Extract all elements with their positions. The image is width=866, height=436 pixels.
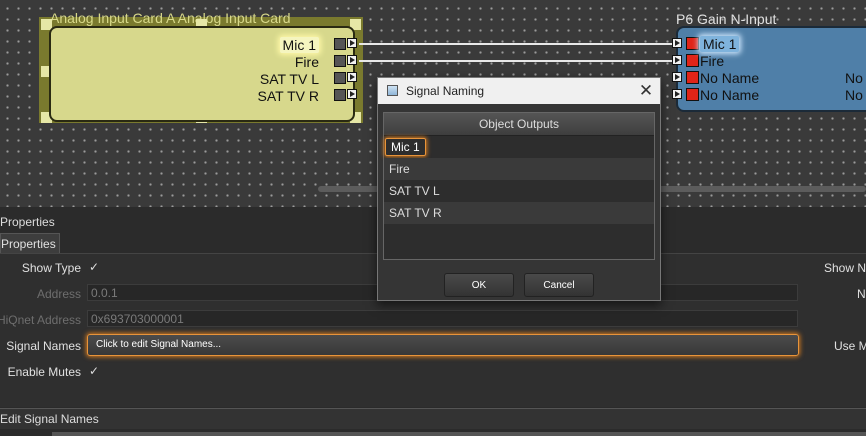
output-port[interactable]: [334, 38, 346, 50]
tab-properties[interactable]: Properties: [0, 233, 60, 254]
card-b-input-label: Mic 1: [700, 36, 740, 52]
card-a-output-label: SAT TV L: [259, 71, 319, 87]
output-port-arrow[interactable]: [347, 89, 357, 99]
output-port-arrow[interactable]: [347, 72, 357, 82]
card-b-input-label: No Name: [700, 70, 760, 86]
output-port[interactable]: [334, 89, 346, 101]
input-port-arrow[interactable]: [672, 89, 682, 99]
card-b-input-label: No Name: [700, 87, 760, 103]
list-item[interactable]: SAT TV L: [384, 180, 654, 202]
hiqnet-address-field[interactable]: 0x693703000001: [87, 310, 798, 327]
window-icon: [387, 85, 398, 96]
dialog-title: Signal Naming: [406, 84, 485, 98]
object-outputs-list[interactable]: Object Outputs Mic 1 Fire SAT TV L SAT T…: [383, 112, 655, 260]
output-port[interactable]: [334, 72, 346, 84]
output-port[interactable]: [334, 55, 346, 67]
wire[interactable]: [359, 43, 672, 45]
signal-names-label: Signal Names: [6, 339, 81, 353]
column-header[interactable]: Object Outputs: [384, 113, 654, 136]
hiqnet-address-label: HiQnet Address: [0, 313, 81, 327]
status-bar: Edit Signal Names: [0, 408, 866, 429]
input-port-arrow[interactable]: [672, 72, 682, 82]
card-b-title: P6 Gain N-Input: [676, 11, 777, 27]
card-a-output-label: Mic 1: [279, 37, 319, 53]
input-port[interactable]: [686, 88, 699, 101]
cancel-button[interactable]: Cancel: [524, 273, 594, 297]
analog-input-card[interactable]: Mic 1 Fire SAT TV L SAT TV R: [49, 26, 355, 122]
status-divider: [52, 432, 866, 436]
enable-mutes-checkbox[interactable]: ✓: [89, 364, 99, 378]
card-a-title: Analog Input Card A Analog Input Card: [50, 10, 291, 26]
edit-signal-names-button[interactable]: Click to edit Signal Names...: [87, 334, 799, 356]
wire[interactable]: [359, 60, 672, 62]
input-port[interactable]: [686, 54, 699, 67]
list-item-label[interactable]: Mic 1: [385, 138, 426, 156]
show-type-checkbox[interactable]: ✓: [89, 260, 99, 274]
show-type-label: Show Type: [21, 261, 81, 275]
list-item[interactable]: Mic 1: [384, 136, 654, 158]
right-n-label: N: [857, 287, 866, 301]
input-port[interactable]: [686, 71, 699, 84]
ok-button[interactable]: OK: [444, 273, 514, 297]
list-item[interactable]: Fire: [384, 158, 654, 180]
input-port-arrow[interactable]: [672, 38, 682, 48]
card-a-output-label: SAT TV R: [257, 88, 319, 104]
input-port[interactable]: [686, 37, 699, 50]
enable-mutes-label: Enable Mutes: [7, 365, 81, 379]
dialog-titlebar[interactable]: Signal Naming ✕: [378, 78, 660, 104]
right-use-label: Use M: [834, 339, 866, 353]
address-label: Address: [36, 287, 81, 301]
output-port-arrow[interactable]: [347, 55, 357, 65]
card-b-right-label: No: [845, 70, 863, 86]
right-show-label: Show N: [824, 261, 866, 275]
output-port-arrow[interactable]: [347, 38, 357, 48]
signal-naming-dialog: Signal Naming ✕ Object Outputs Mic 1 Fir…: [377, 77, 661, 301]
input-port-arrow[interactable]: [672, 55, 682, 65]
card-b-right-label: No: [845, 87, 863, 103]
list-item[interactable]: SAT TV R: [384, 202, 654, 224]
card-a-output-label: Fire: [294, 54, 319, 70]
close-icon[interactable]: ✕: [636, 80, 656, 102]
card-b-input-label: Fire: [700, 53, 725, 69]
